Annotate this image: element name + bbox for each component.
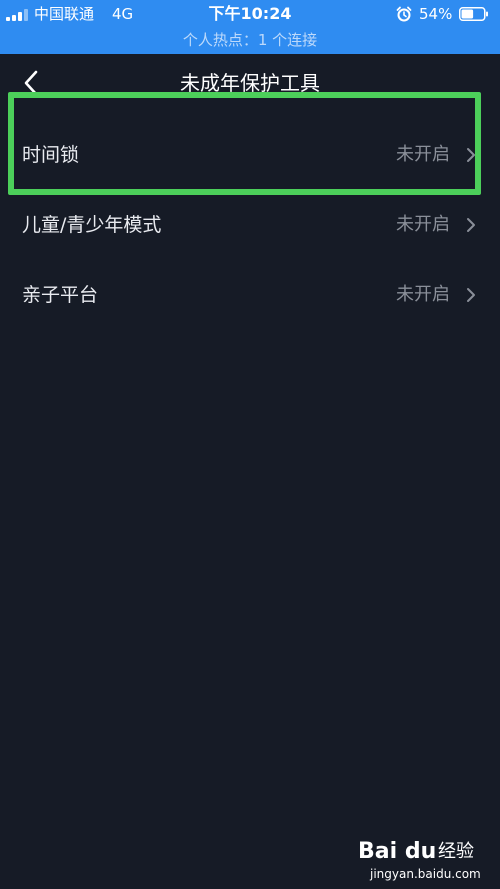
- list-item-status: 未开启: [396, 214, 450, 235]
- list-item-time-lock[interactable]: 时间锁 未开启: [0, 120, 500, 190]
- hotspot-banner[interactable]: 个人热点：1 个连接: [0, 28, 500, 52]
- battery-icon: [459, 7, 488, 21]
- alarm-icon: [396, 6, 412, 22]
- nav-header: 未成年保护工具: [0, 54, 500, 116]
- list-item-status: 未开启: [396, 284, 450, 305]
- settings-list: 时间锁 未开启 儿童/青少年模式 未开启 亲子平台 未开启: [0, 120, 500, 330]
- battery-percent: 54%: [419, 5, 453, 23]
- chevron-right-icon: [467, 218, 475, 232]
- list-item-label: 时间锁: [22, 144, 80, 166]
- status-bar-row: 中国联通 4G 下午10:24 54%: [0, 0, 500, 28]
- watermark: Bai du 经验 jingyan.baidu.com: [358, 838, 498, 886]
- watermark-logo: Bai du: [358, 838, 436, 866]
- page-title: 未成年保护工具: [180, 71, 320, 95]
- status-bar: 中国联通 4G 下午10:24 54% 个人热点：1 个连接: [0, 0, 500, 54]
- chevron-right-icon: [467, 148, 475, 162]
- list-item-parent-platform[interactable]: 亲子平台 未开启: [0, 260, 500, 330]
- watermark-logo-text: Bai du: [358, 839, 437, 864]
- list-item-label: 儿童/青少年模式: [22, 214, 162, 236]
- chevron-right-icon: [467, 288, 475, 302]
- list-item-youth-mode[interactable]: 儿童/青少年模式 未开启: [0, 190, 500, 260]
- list-item-status: 未开启: [396, 144, 450, 165]
- watermark-brand: 经验: [438, 841, 474, 862]
- watermark-url: jingyan.baidu.com: [370, 867, 481, 881]
- list-item-label: 亲子平台: [22, 284, 99, 306]
